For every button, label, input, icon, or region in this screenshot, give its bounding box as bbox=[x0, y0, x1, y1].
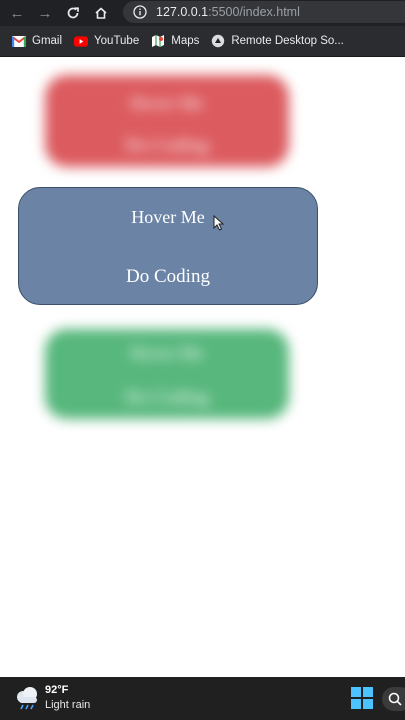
reload-button[interactable] bbox=[62, 2, 84, 24]
arrow-right-icon: → bbox=[37, 4, 53, 22]
home-button[interactable] bbox=[90, 2, 112, 24]
site-info-icon[interactable] bbox=[132, 4, 148, 20]
card-blue-hovered[interactable]: Hover Me Do Coding bbox=[18, 187, 318, 305]
mouse-cursor-icon bbox=[213, 215, 225, 231]
windows-taskbar: 92°F Light rain bbox=[0, 677, 405, 720]
card-subtitle: Do Coding bbox=[126, 266, 210, 287]
bookmark-label: Gmail bbox=[32, 35, 63, 47]
windows-start-icon[interactable] bbox=[351, 687, 373, 709]
bookmark-label: Remote Desktop So... bbox=[231, 35, 344, 47]
taskbar-search-button[interactable] bbox=[382, 687, 405, 711]
youtube-icon bbox=[74, 34, 89, 48]
reload-icon bbox=[67, 7, 79, 19]
url-path: :5500/index.html bbox=[208, 5, 300, 19]
search-icon bbox=[388, 692, 402, 706]
card-title: Hover Me bbox=[130, 93, 204, 113]
bookmark-youtube[interactable]: YouTube bbox=[74, 34, 139, 48]
bookmarks-bar: Gmail YouTube Maps Remote Desktop So... bbox=[0, 26, 405, 57]
maps-icon bbox=[151, 34, 165, 48]
bookmark-label: YouTube bbox=[94, 35, 140, 47]
home-icon bbox=[95, 7, 107, 19]
card-title: Hover Me bbox=[130, 343, 204, 363]
browser-toolbar: ← → 127.0.0.1:5500/index.html bbox=[0, 0, 405, 26]
address-bar[interactable]: 127.0.0.1:5500/index.html bbox=[123, 1, 405, 23]
page-content: Hover Me Do Coding Hover Me Do Coding Ho… bbox=[0, 57, 405, 677]
card-subtitle: Do Coding bbox=[125, 135, 209, 156]
card-green[interactable]: Hover Me Do Coding bbox=[45, 329, 289, 419]
gmail-icon bbox=[12, 34, 26, 48]
card-red[interactable]: Hover Me Do Coding bbox=[45, 75, 289, 167]
remote-desktop-icon bbox=[211, 34, 225, 48]
rain-cloud-icon[interactable] bbox=[14, 685, 42, 711]
bookmark-maps[interactable]: Maps bbox=[151, 34, 199, 48]
forward-button[interactable]: → bbox=[34, 2, 56, 24]
arrow-left-icon: ← bbox=[9, 4, 25, 22]
card-title: Hover Me bbox=[131, 207, 205, 227]
bookmark-gmail[interactable]: Gmail bbox=[12, 34, 62, 48]
card-subtitle: Do Coding bbox=[125, 387, 209, 408]
bookmark-label: Maps bbox=[171, 35, 200, 47]
bookmark-remote-desktop[interactable]: Remote Desktop So... bbox=[211, 34, 344, 48]
weather-condition: Light rain bbox=[45, 699, 91, 711]
url-text: 127.0.0.1:5500/index.html bbox=[156, 5, 300, 19]
back-button[interactable]: ← bbox=[6, 2, 28, 24]
weather-temperature: 92°F bbox=[45, 684, 69, 696]
url-host: 127.0.0.1 bbox=[156, 5, 209, 19]
